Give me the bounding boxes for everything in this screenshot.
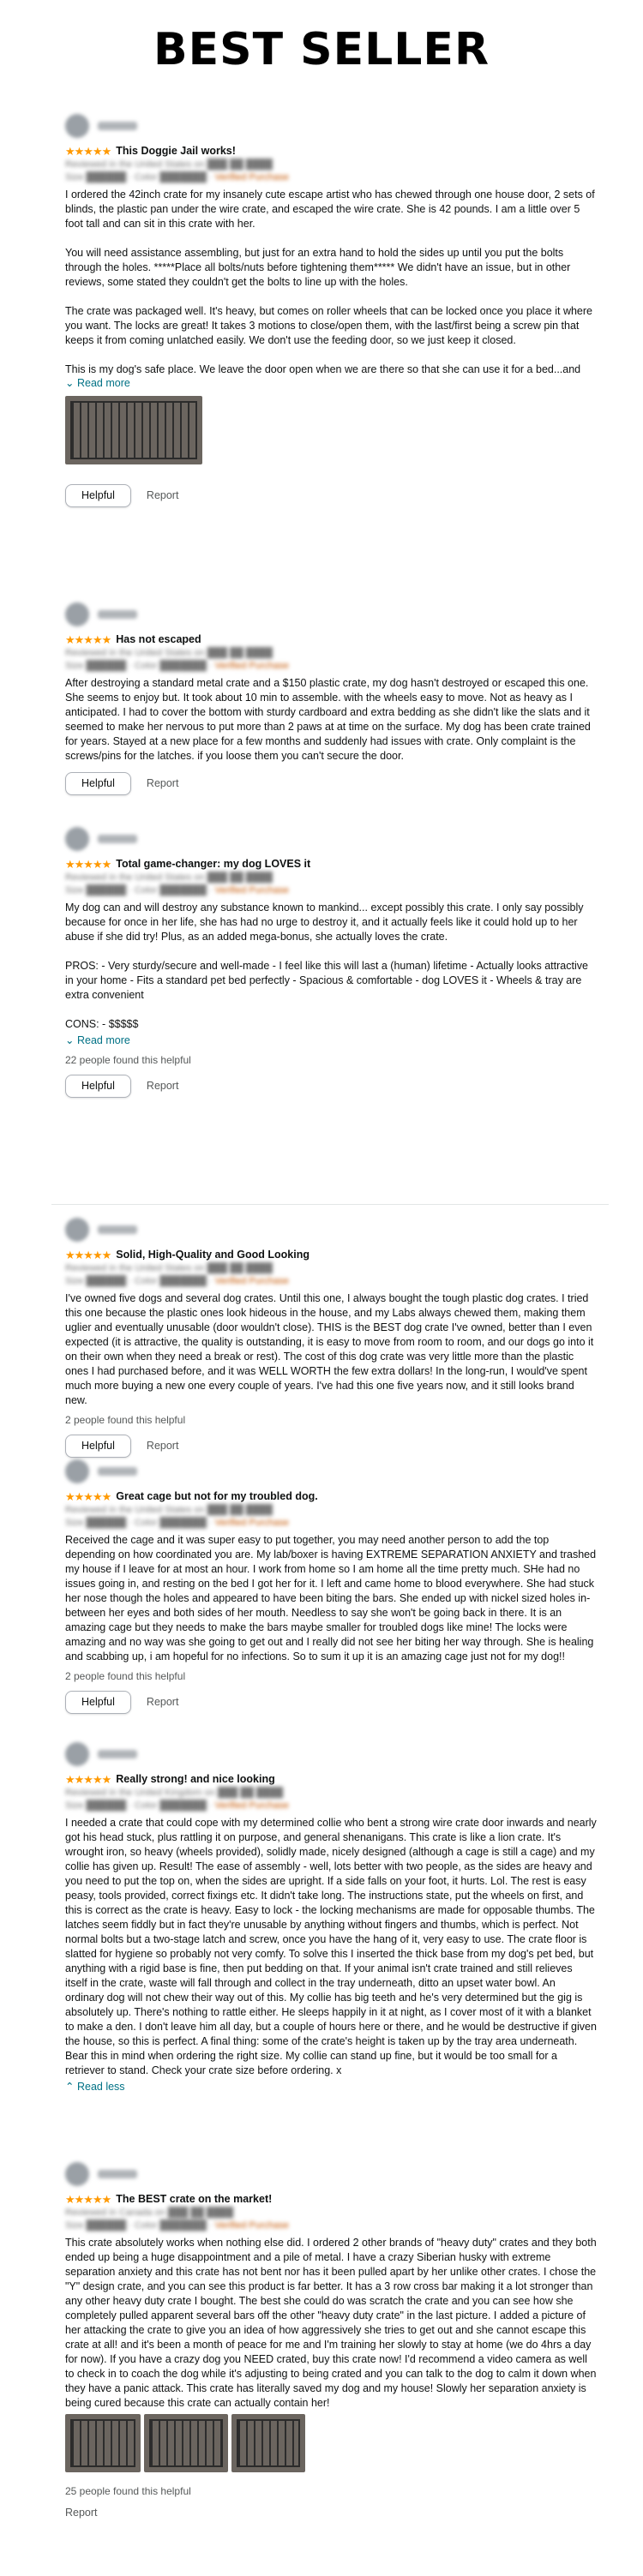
- helpful-count: 2 people found this helpful: [65, 1670, 186, 1682]
- review-image[interactable]: [231, 2414, 305, 2472]
- review-title[interactable]: This Doggie Jail works!: [116, 144, 236, 159]
- review-title[interactable]: Great cage but not for my troubled dog.: [116, 1489, 317, 1504]
- review-body: Received the cage and it was super easy …: [65, 1534, 597, 1662]
- reviewer-name-redacted: [98, 610, 137, 619]
- report-link[interactable]: Report: [147, 776, 179, 791]
- reviewer-name-redacted: [98, 122, 137, 130]
- review-card: ★★★★★ Total game-changer: my dog LOVES it…: [65, 824, 597, 1098]
- helpful-count: 22 people found this helpful: [65, 1054, 191, 1066]
- avatar: [65, 602, 89, 626]
- reviewer-name-redacted: [98, 2170, 137, 2178]
- review-card: ★★★★★ Really strong! and nice looking Rev…: [65, 1740, 597, 2100]
- reviewer-profile: [65, 1457, 597, 1486]
- review-images: [65, 2414, 597, 2472]
- review-meta-redacted: Reviewed in the United States on ███ ██ …: [65, 872, 289, 896]
- review-body: I ordered the 42inch crate for my insane…: [65, 189, 595, 374]
- review-meta-redacted: Reviewed in the United States on ███ ██ …: [65, 159, 289, 183]
- review-image[interactable]: [65, 2414, 141, 2472]
- read-less-link[interactable]: ⌃ Read less: [65, 2080, 597, 2094]
- avatar: [65, 1742, 89, 1766]
- helpful-button[interactable]: Helpful: [65, 1435, 131, 1458]
- star-rating-icon: ★★★★★: [65, 858, 111, 871]
- star-rating-icon: ★★★★★: [65, 1773, 111, 1786]
- helpful-count: 25 people found this helpful: [65, 2485, 191, 2497]
- reviewer-profile: [65, 600, 597, 629]
- reviewer-name-redacted: [98, 1467, 137, 1476]
- chevron-down-icon: ⌄: [65, 377, 75, 389]
- review-meta-redacted: Reviewed in the United States on ███ ██ …: [65, 1505, 289, 1528]
- best-seller-banner: BEST SELLER: [153, 24, 490, 75]
- avatar: [65, 2162, 89, 2186]
- review-title[interactable]: Total game-changer: my dog LOVES it: [116, 857, 310, 872]
- review-card: ★★★★★ Has not escaped Reviewed in the Uni…: [65, 600, 597, 795]
- read-more-link[interactable]: ⌄ Read more: [65, 1033, 597, 1048]
- reviewer-profile: [65, 111, 597, 141]
- report-link[interactable]: Report: [147, 1695, 179, 1710]
- review-image[interactable]: [65, 396, 202, 464]
- star-rating-icon: ★★★★★: [65, 1490, 111, 1503]
- reviewer-profile: [65, 824, 597, 854]
- read-more-link[interactable]: ⌄ Read more: [65, 376, 597, 391]
- divider: [51, 1204, 609, 1205]
- review-body: I've owned five dogs and several dog cra…: [65, 1292, 594, 1406]
- star-rating-icon: ★★★★★: [65, 633, 111, 646]
- avatar: [65, 1459, 89, 1483]
- avatar: [65, 114, 89, 138]
- review-image[interactable]: [144, 2414, 228, 2472]
- reviewer-name-redacted: [98, 835, 137, 843]
- review-meta-redacted: Reviewed in Canada on ███ ██ ████ Size ██…: [65, 2208, 289, 2231]
- chevron-down-icon: ⌄: [65, 1034, 75, 1046]
- reviewer-profile: [65, 1740, 597, 1769]
- helpful-button[interactable]: Helpful: [65, 1075, 131, 1098]
- review-body: I needed a crate that could cope with my…: [65, 1817, 597, 2076]
- review-title[interactable]: Has not escaped: [116, 632, 201, 647]
- report-link[interactable]: Report: [147, 1439, 179, 1453]
- review-meta-redacted: Reviewed in the United States on ███ ██ …: [65, 648, 289, 671]
- helpful-button[interactable]: Helpful: [65, 484, 131, 507]
- review-body: After destroying a standard metal crate …: [65, 677, 591, 762]
- report-link[interactable]: Report: [147, 1079, 179, 1093]
- review-body: My dog can and will destroy any substanc…: [65, 902, 588, 1030]
- helpful-count: 2 people found this helpful: [65, 1414, 186, 1426]
- review-body: This crate absolutely works when nothing…: [65, 2237, 597, 2409]
- review-meta-redacted: Reviewed in the United Kingdom on ███ ██…: [65, 1788, 289, 1811]
- star-rating-icon: ★★★★★: [65, 2193, 111, 2206]
- review-title[interactable]: The BEST crate on the market!: [116, 2192, 272, 2207]
- report-link[interactable]: Report: [65, 2506, 597, 2520]
- review-card: ★★★★★ The BEST crate on the market! Revie…: [65, 2160, 597, 2520]
- reviewer-profile: [65, 2160, 597, 2189]
- avatar: [65, 1218, 89, 1242]
- reviewer-name-redacted: [98, 1750, 137, 1758]
- review-title[interactable]: Really strong! and nice looking: [116, 1772, 274, 1787]
- star-rating-icon: ★★★★★: [65, 1249, 111, 1261]
- reviewer-name-redacted: [98, 1225, 137, 1234]
- chevron-up-icon: ⌃: [65, 2081, 75, 2093]
- review-card: ★★★★★ Solid, High-Quality and Good Lookin…: [65, 1215, 597, 1458]
- helpful-button[interactable]: Helpful: [65, 772, 131, 795]
- star-rating-icon: ★★★★★: [65, 145, 111, 158]
- avatar: [65, 827, 89, 851]
- review-title[interactable]: Solid, High-Quality and Good Looking: [116, 1248, 309, 1262]
- review-card: ★★★★★ This Doggie Jail works! Reviewed in…: [65, 111, 597, 507]
- helpful-button[interactable]: Helpful: [65, 1691, 131, 1714]
- reviewer-profile: [65, 1215, 597, 1244]
- review-meta-redacted: Reviewed in the United States on ███ ██ …: [65, 1263, 289, 1286]
- report-link[interactable]: Report: [147, 488, 179, 503]
- review-card: ★★★★★ Great cage but not for my troubled …: [65, 1457, 597, 1714]
